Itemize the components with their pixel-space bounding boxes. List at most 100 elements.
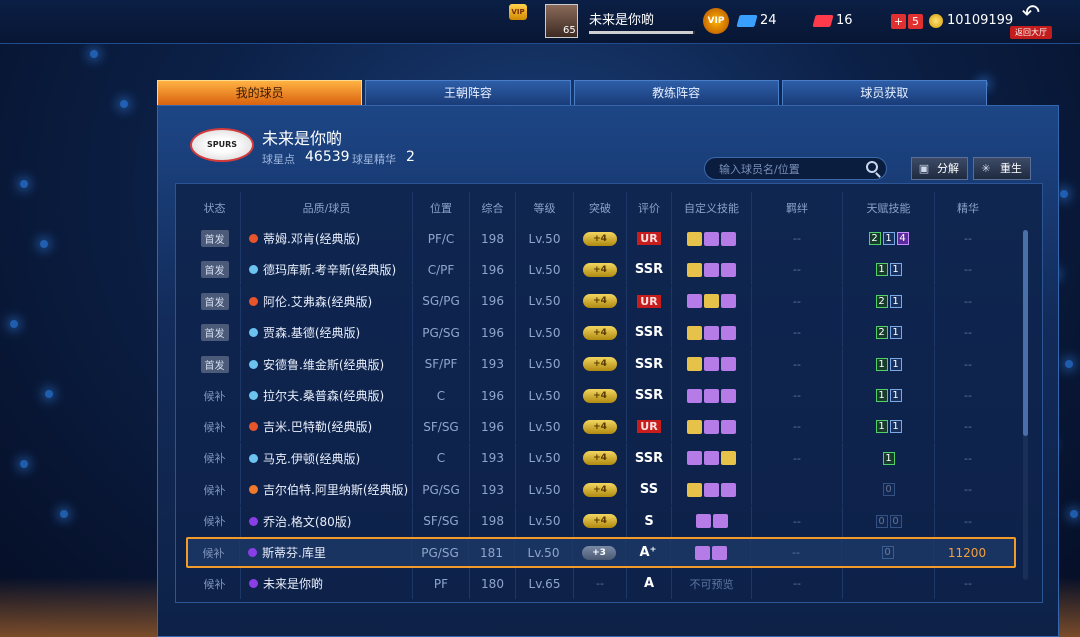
bond-value: -- — [793, 389, 801, 402]
custom-skill-icon[interactable] — [721, 294, 736, 309]
table-row[interactable]: 首发 德玛库斯.考辛斯(经典版) C/PF 196 Lv.50 +4 SSR -… — [189, 254, 1011, 286]
table-row[interactable]: 首发 阿伦.艾弗森(经典版) SG/PG 196 Lv.50 +4 UR -- … — [189, 285, 1011, 317]
talent-skill-level[interactable]: 1 — [875, 420, 888, 434]
status-badge: 候补 — [203, 452, 226, 466]
level-cell: Lv.65 — [516, 568, 574, 600]
custom-skill-icon[interactable] — [704, 325, 719, 340]
talent-skill-level[interactable]: 1 — [889, 389, 902, 402]
top-bar: VIP 65 未来是你啲 VIP 24 16 + 5 10109199 ↶ 返回… — [0, 0, 1080, 44]
talent-skill-level[interactable]: 1 — [889, 263, 902, 277]
position-cell: PF/C — [413, 223, 470, 254]
talent-skill-level[interactable]: 2 — [875, 326, 888, 340]
custom-skill-icon[interactable] — [712, 514, 728, 529]
custom-skill-icon[interactable] — [704, 231, 719, 246]
table-row[interactable]: 候补 斯蒂芬.库里 PG/SG 181 Lv.50 +3 A⁺ -- 0 112… — [186, 537, 1016, 568]
talent-skill-level[interactable]: 2 — [868, 232, 881, 245]
level-cell: Lv.50 — [516, 223, 574, 254]
custom-skill-icon[interactable] — [687, 325, 702, 340]
table-row[interactable]: 候补 未来是你啲 PF 180 Lv.65 -- A 不可预览 -- -- — [189, 568, 1011, 600]
talent-skill-level[interactable]: 1 — [889, 326, 902, 340]
overall-cell: 198 — [470, 223, 516, 254]
custom-skill-icon[interactable] — [687, 231, 702, 246]
table-row[interactable]: 候补 吉米.巴特勒(经典版) SF/SG 196 Lv.50 +4 UR -- … — [189, 411, 1011, 443]
custom-skill-icon[interactable] — [687, 294, 702, 309]
custom-skill-icon[interactable] — [687, 357, 702, 372]
breakthrough-cell: +3 — [573, 539, 626, 566]
table-row[interactable]: 候补 马克.伊顿(经典版) C 193 Lv.50 +4 SSR -- 1 -- — [189, 442, 1011, 474]
custom-skill-icon[interactable] — [721, 357, 736, 372]
talent-skill-level[interactable]: 1 — [889, 420, 902, 434]
decompose-button[interactable]: ▣ 分解 — [911, 157, 968, 180]
tab-player-acquire[interactable]: 球员获取 — [781, 80, 987, 105]
custom-skill-icon[interactable] — [704, 357, 719, 372]
custom-skill-icon[interactable] — [721, 451, 736, 466]
rating-badge: UR — [637, 420, 661, 434]
talent-skill-level[interactable]: 1 — [875, 357, 888, 371]
rebirth-button[interactable]: ✳ 重生 — [973, 157, 1031, 180]
custom-skill-icon[interactable] — [721, 325, 736, 340]
custom-skill-icon[interactable] — [704, 419, 719, 434]
custom-skill-icon[interactable] — [704, 294, 719, 309]
vip-badge[interactable]: VIP — [703, 8, 729, 34]
custom-skill-icon[interactable] — [704, 482, 719, 497]
vip-icon[interactable]: VIP — [509, 4, 527, 20]
custom-skill-icon[interactable] — [721, 419, 736, 434]
player-name-cell: 斯蒂芬.库里 — [240, 539, 412, 566]
rating-cell: UR — [627, 411, 672, 443]
custom-skill-icon[interactable] — [695, 514, 711, 529]
table-row[interactable]: 候补 拉尔夫.桑普森(经典版) C 196 Lv.50 +4 SSR -- 11… — [189, 380, 1011, 411]
talent-skill-level[interactable]: 1 — [875, 263, 888, 277]
custom-skill-icon[interactable] — [721, 262, 736, 277]
back-to-lobby-button[interactable]: ↶ 返回大厅 — [1010, 2, 1052, 42]
talent-skill-level[interactable]: 0 — [875, 514, 888, 528]
tab-coach-lineup[interactable]: 教练阵容 — [573, 80, 779, 105]
status-badge: 候补 — [203, 577, 226, 591]
custom-skills-cell — [672, 442, 752, 474]
custom-skill-icon[interactable] — [704, 451, 719, 466]
tab-dynasty-lineup[interactable]: 王朝阵容 — [365, 80, 571, 105]
custom-skill-icon[interactable] — [687, 451, 702, 466]
blue-ticket-icon — [736, 14, 758, 27]
custom-skill-icon[interactable] — [721, 231, 736, 246]
plus-button[interactable]: + — [891, 14, 906, 29]
arena-light — [60, 510, 68, 518]
custom-skill-icon[interactable] — [704, 262, 719, 277]
custom-skill-icon[interactable] — [721, 482, 736, 497]
talent-skill-level[interactable]: 1 — [882, 232, 895, 245]
custom-skill-icon[interactable] — [721, 388, 736, 403]
talent-skill-level[interactable]: 0 — [882, 483, 895, 497]
custom-skill-icon[interactable] — [704, 388, 719, 403]
custom-skill-icon[interactable] — [687, 262, 702, 277]
table-row[interactable]: 首发 蒂姆.邓肯(经典版) PF/C 198 Lv.50 +4 UR -- 21… — [189, 223, 1011, 254]
talent-skill-level[interactable]: 1 — [882, 451, 895, 465]
custom-skill-icon[interactable] — [687, 482, 702, 497]
table-row[interactable]: 首发 贾森.基德(经典版) PG/SG 196 Lv.50 +4 SSR -- … — [189, 317, 1011, 349]
talent-skill-level[interactable]: 0 — [889, 514, 902, 528]
table-scrollbar[interactable] — [1023, 230, 1028, 580]
talent-skill-level[interactable]: 1 — [889, 294, 902, 308]
custom-skill-icon[interactable] — [687, 388, 702, 403]
breakthrough-badge: +4 — [583, 357, 617, 372]
custom-skills-cell — [672, 380, 752, 411]
talent-skill-level[interactable]: 1 — [875, 389, 888, 402]
coin-shop-button[interactable]: 5 — [908, 14, 923, 29]
search-icon[interactable] — [866, 161, 878, 173]
breakthrough-cell: +4 — [574, 317, 627, 349]
talent-skill-level[interactable]: 4 — [896, 232, 909, 245]
tab-my-players[interactable]: 我的球员 — [157, 80, 363, 105]
custom-skill-icon[interactable] — [711, 545, 727, 560]
talent-skill-level[interactable]: 2 — [875, 294, 888, 308]
search-input[interactable] — [705, 159, 855, 180]
header-breakthrough: 突破 — [574, 192, 627, 223]
talent-skill-level[interactable]: 1 — [889, 357, 902, 371]
table-row[interactable]: 首发 安德鲁.维金斯(经典版) SF/PF 193 Lv.50 +4 SSR -… — [189, 348, 1011, 380]
table-row[interactable]: 候补 吉尔伯特.阿里纳斯(经典版) PG/SG 193 Lv.50 +4 SS … — [189, 474, 1011, 506]
talent-skill-level[interactable]: 0 — [881, 546, 894, 559]
essence-value: -- — [964, 420, 972, 434]
custom-skills-cell — [672, 411, 752, 443]
scrollbar-thumb[interactable] — [1023, 230, 1028, 436]
custom-skill-icon[interactable] — [694, 545, 710, 560]
rating-cell: UR — [627, 285, 672, 317]
custom-skill-icon[interactable] — [687, 419, 702, 434]
table-row[interactable]: 候补 乔治.格文(80版) SF/SG 198 Lv.50 +4 S -- 00… — [189, 505, 1011, 537]
